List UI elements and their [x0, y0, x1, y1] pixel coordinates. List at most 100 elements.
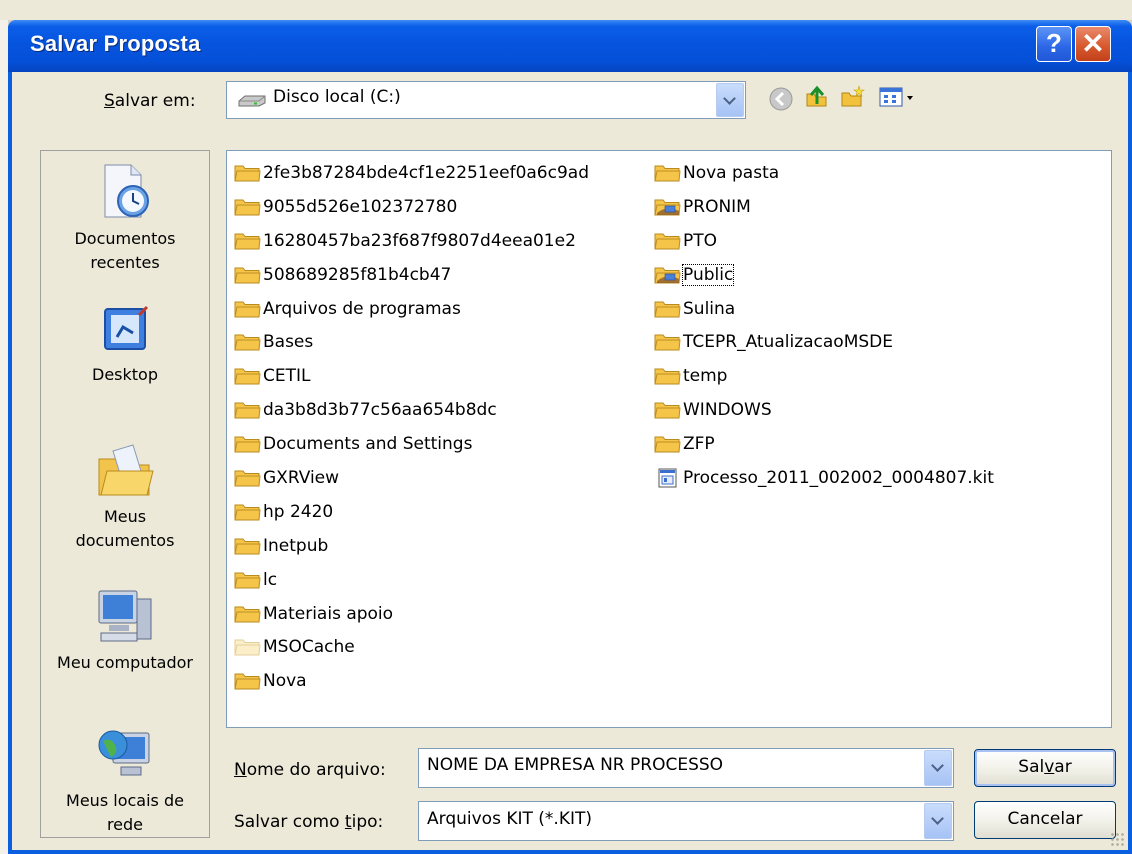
folder-item[interactable]: CETIL [227, 360, 647, 394]
folder-item[interactable]: Inetpub [227, 530, 647, 564]
place-label: Meus locais de rede [66, 791, 184, 834]
save-in-label-accesskey: S [104, 91, 115, 111]
folder-item[interactable]: Sulina [647, 293, 1111, 327]
shared-folder-icon [654, 199, 681, 216]
place-label: Meu computador [57, 653, 193, 672]
resize-grip[interactable] [1110, 832, 1126, 848]
folder-item[interactable]: Materiais apoio [227, 598, 647, 632]
save-button[interactable]: Salvar [974, 749, 1116, 787]
folder-icon [234, 538, 261, 555]
folder-item[interactable]: Documents and Settings [227, 428, 647, 462]
item-name: Bases [263, 332, 314, 353]
file-name-input[interactable]: NOME DA EMPRESA NR PROCESSO [427, 755, 723, 775]
folder-item[interactable]: 9055d526e102372780 [227, 191, 647, 225]
item-name: Arquivos de programas [263, 298, 461, 319]
folder-icon [234, 572, 261, 589]
item-name: Documents and Settings [263, 434, 473, 455]
folder-icon [654, 368, 681, 385]
item-name: ZFP [683, 434, 715, 455]
file-type-dropdown-button[interactable] [924, 803, 952, 839]
folder-item[interactable]: GXRView [227, 462, 647, 496]
hidden-folder-icon [234, 639, 261, 656]
folder-item[interactable]: PTO [647, 225, 1111, 259]
view-menu-icon[interactable] [878, 84, 918, 110]
dialog-title: Salvar Proposta [30, 31, 201, 56]
folder-item[interactable]: TCEPR_AtualizacaoMSDE [647, 326, 1111, 360]
place-label: Meus documentos [75, 507, 175, 550]
folder-item[interactable]: ZFP [647, 428, 1111, 462]
place-my-computer[interactable]: Meu computador [41, 585, 209, 675]
item-name: Nova [263, 671, 307, 692]
folder-icon [654, 402, 681, 419]
folder-item[interactable]: PRONIM [647, 191, 1111, 225]
my-computer-icon [98, 590, 152, 642]
folder-icon [234, 368, 261, 385]
folder-item[interactable]: WINDOWS [647, 394, 1111, 428]
cancel-button[interactable]: Cancelar [974, 801, 1116, 839]
place-recent-documents[interactable]: Documentos recentes [41, 161, 209, 275]
folder-icon [234, 233, 261, 250]
folder-item[interactable]: Bases [227, 326, 647, 360]
item-name: MSOCache [263, 637, 355, 658]
close-button[interactable]: ✕ [1075, 26, 1111, 62]
network-places-icon [98, 730, 150, 776]
folder-icon [654, 436, 681, 453]
item-name: TCEPR_AtualizacaoMSDE [683, 332, 893, 353]
folder-item[interactable]: 2fe3b87284bde4cf1e2251eef0a6c9ad [227, 157, 647, 191]
folder-icon [234, 165, 261, 182]
place-my-documents[interactable]: Meus documentos [41, 441, 209, 553]
item-name: temp [683, 366, 728, 387]
item-name: PTO [683, 230, 718, 251]
file-name-dropdown-button[interactable] [924, 750, 952, 786]
item-name: hp 2420 [263, 501, 334, 522]
folder-item[interactable]: Public [647, 259, 1111, 293]
folder-icon [234, 673, 261, 690]
file-item[interactable]: Processo_2011_002002_0004807.kit [647, 462, 1111, 496]
item-name: da3b8d3b77c56aa654b8dc [263, 400, 497, 421]
up-one-level-icon[interactable] [804, 84, 830, 110]
place-network[interactable]: Meus locais de rede [41, 723, 209, 837]
folder-icon [234, 301, 261, 318]
folder-item[interactable]: Nova [227, 665, 647, 699]
item-name: lc [263, 569, 278, 590]
shared-folder-icon [654, 267, 681, 284]
file-type-label: Salvar como tipo: [234, 812, 383, 832]
folder-item[interactable]: lc [227, 564, 647, 598]
item-name: 9055d526e102372780 [263, 196, 458, 217]
folder-item[interactable]: Arquivos de programas [227, 293, 647, 327]
places-bar: Documentos recentes Desktop Meus documen… [40, 150, 210, 838]
desktop-background [0, 0, 1132, 20]
folder-item[interactable]: Nova pasta [647, 157, 1111, 191]
file-type-label-end: ipo: [351, 812, 384, 832]
save-in-dropdown-button[interactable] [716, 83, 744, 117]
close-icon: ✕ [1081, 28, 1105, 59]
file-list[interactable]: 2fe3b87284bde4cf1e2251eef0a6c9ad 9055d526… [226, 150, 1112, 728]
file-name-combo[interactable]: NOME DA EMPRESA NR PROCESSO [418, 748, 954, 788]
folder-item[interactable]: MSOCache [227, 631, 647, 665]
folder-icon [234, 267, 261, 284]
item-name: 508689285f81b4cb47 [263, 264, 452, 285]
folder-item[interactable]: temp [647, 360, 1111, 394]
help-button[interactable]: ? [1036, 26, 1072, 62]
back-icon[interactable] [768, 86, 794, 112]
save-in-label: Salvar em: [104, 91, 196, 111]
folder-icon [654, 165, 681, 182]
hard-drive-icon [238, 95, 266, 107]
folder-item[interactable]: hp 2420 [227, 496, 647, 530]
background-window-edge [0, 20, 8, 854]
new-folder-icon[interactable] [840, 84, 866, 110]
folder-icon [234, 402, 261, 419]
save-in-combo[interactable]: Disco local (C:) [226, 81, 746, 119]
folder-item[interactable]: 16280457ba23f687f9807d4eea01e2 [227, 225, 647, 259]
file-name-label: Nome do arquivo: [234, 760, 386, 780]
folder-icon [654, 301, 681, 318]
file-column-2: Nova pasta PRONIM PTO Public Sulina TCEPR_Atu… [647, 157, 1111, 496]
folder-icon [234, 436, 261, 453]
folder-item[interactable]: 508689285f81b4cb47 [227, 259, 647, 293]
file-type-combo[interactable]: Arquivos KIT (*.KIT) [418, 801, 954, 841]
folder-item[interactable]: da3b8d3b77c56aa654b8dc [227, 394, 647, 428]
folder-icon [654, 233, 681, 250]
title-bar[interactable]: Salvar Proposta ? ✕ [8, 20, 1132, 72]
item-name: Processo_2011_002002_0004807.kit [683, 468, 994, 489]
place-desktop[interactable]: Desktop [41, 303, 209, 387]
